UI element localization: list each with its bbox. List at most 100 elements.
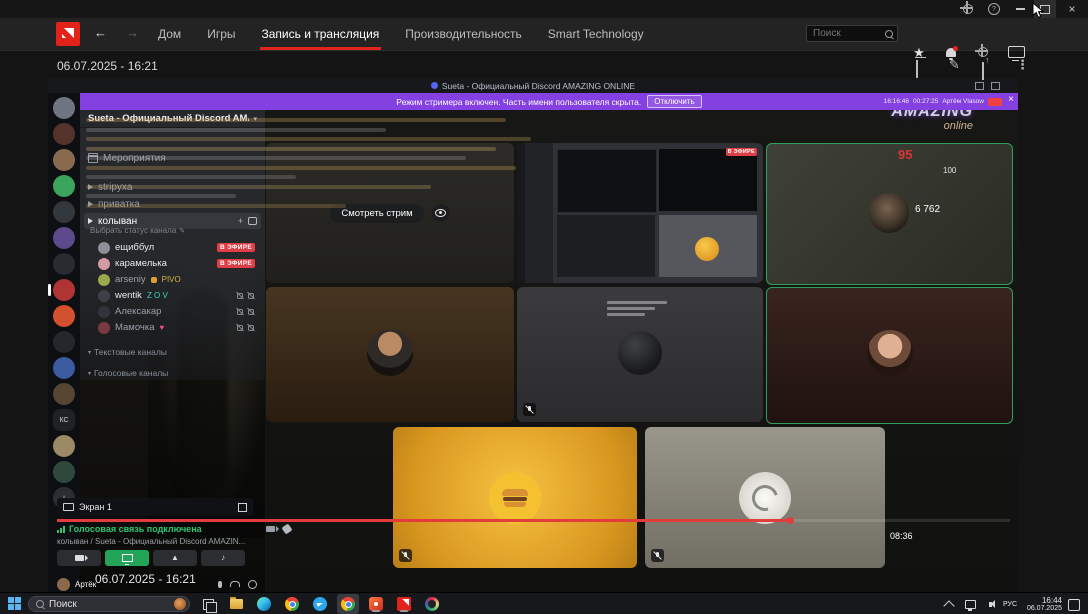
search-input[interactable] <box>811 27 882 40</box>
server-icon[interactable] <box>53 175 75 197</box>
minimize-button[interactable] <box>1010 0 1030 18</box>
tray-clock[interactable]: 16:44 06.07.2025 <box>1027 596 1062 613</box>
media-timestamp: 06.07.2025 - 16:21 <box>57 59 158 73</box>
invite-icon[interactable]: + <box>238 216 243 226</box>
live-badge: В ЭФИРЕ <box>217 243 255 252</box>
inbox-icon[interactable] <box>991 82 1000 90</box>
camera-icon[interactable] <box>266 526 275 532</box>
nav-forward-button[interactable]: → <box>126 25 139 41</box>
titlebar-gear-icon[interactable] <box>960 0 976 18</box>
mic-icon[interactable] <box>218 581 222 588</box>
taskbar-search[interactable]: Поиск <box>28 596 190 612</box>
titlebar-help-icon[interactable]: ? <box>986 0 1002 18</box>
voice-member[interactable]: ещиббул В ЭФИРЕ <box>98 240 261 255</box>
section-voice-channels[interactable]: ▾ Голосовые каналы <box>88 368 168 378</box>
orange-app-button[interactable] <box>368 596 384 612</box>
nav-back-button[interactable]: ← <box>94 25 107 41</box>
close-button[interactable]: × <box>1062 0 1082 18</box>
server-icon[interactable] <box>53 461 75 483</box>
disconnect-icon[interactable] <box>281 523 292 534</box>
pip-icon[interactable] <box>975 82 984 90</box>
tray-overflow-button[interactable] <box>941 596 957 612</box>
display-button[interactable] <box>1006 40 1026 64</box>
chrome-button[interactable] <box>284 596 300 612</box>
playback-progress-track[interactable] <box>57 519 1010 522</box>
media-preview[interactable]: Sueta - Официальный Discord AMAZING ONLI… <box>48 78 1018 592</box>
section-text-channels[interactable]: ▾ Текстовые каналы <box>88 347 167 357</box>
task-view-button[interactable] <box>200 596 216 612</box>
watch-stream-button[interactable]: Смотреть стрим <box>330 204 423 223</box>
favorites-button[interactable]: ★ <box>910 40 928 64</box>
server-icon[interactable] <box>53 123 75 145</box>
voice-member[interactable]: arseniy PIVO <box>98 272 261 287</box>
stream-tile-8[interactable] <box>645 427 885 568</box>
server-icon[interactable] <box>53 305 75 327</box>
server-header[interactable]: Sueta - Официальный Discord AMAZING ... … <box>80 110 265 128</box>
soundboard-button[interactable]: ♪ <box>201 550 245 566</box>
tab-performance[interactable]: Производительность <box>405 27 521 41</box>
stream-tile-2[interactable]: В ЭФИРЕ <box>517 143 763 283</box>
settings-gear-icon[interactable] <box>248 580 257 589</box>
server-icon[interactable] <box>53 357 75 379</box>
voice-member[interactable]: Мамочка ♥ <box>98 320 261 335</box>
tray-language-button[interactable]: РУС <box>1002 596 1018 612</box>
overlay-duration: 00:27:25 <box>913 98 938 105</box>
edge-button[interactable] <box>256 596 272 612</box>
channel-status-hint[interactable]: Выбрать статус канала ✎ <box>90 226 185 235</box>
headphones-icon[interactable] <box>230 581 240 587</box>
channel-stripyxa[interactable]: stripyxa <box>84 179 261 195</box>
banner-disable-button[interactable]: Отключить <box>647 95 701 108</box>
notifications-button[interactable] <box>942 40 960 64</box>
tab-games[interactable]: Игры <box>207 27 235 41</box>
screen-share-card[interactable]: Экран 1 <box>57 498 253 516</box>
stream-tile-4[interactable] <box>266 287 514 422</box>
stream-tile-6[interactable] <box>766 287 1013 424</box>
amd-software-button[interactable] <box>396 596 412 612</box>
telegram-button[interactable] <box>312 596 328 612</box>
server-icon[interactable] <box>53 201 75 223</box>
nav-search-box[interactable] <box>806 25 898 42</box>
server-icon[interactable] <box>53 331 75 353</box>
stream-tile-1[interactable]: Смотреть стрим <box>266 143 514 283</box>
share-icon <box>982 62 984 80</box>
tray-volume-button[interactable] <box>982 596 998 612</box>
start-button[interactable] <box>8 597 21 610</box>
channel-events[interactable]: Мероприятия <box>84 150 261 166</box>
tray-network-button[interactable] <box>962 596 978 612</box>
camera-button[interactable] <box>57 550 101 566</box>
settings-button[interactable] <box>974 40 992 64</box>
voice-member[interactable]: wentik Z O V <box>98 288 261 303</box>
server-icon[interactable] <box>53 227 75 249</box>
voice-member[interactable]: карамелька В ЭФИРЕ <box>98 256 261 271</box>
voice-member[interactable]: Алексакар <box>98 304 261 319</box>
tab-smart-technology[interactable]: Smart Technology <box>548 27 644 41</box>
server-icon[interactable] <box>53 149 75 171</box>
member-tag: PIVO <box>162 275 181 284</box>
tray-date: 06.07.2025 <box>1027 605 1062 613</box>
server-icon[interactable] <box>53 435 75 457</box>
banner-close-icon[interactable]: × <box>1008 95 1014 105</box>
server-icon[interactable] <box>53 97 75 119</box>
server-icon[interactable] <box>53 383 75 405</box>
tab-record-stream[interactable]: Запись и трансляция <box>262 27 380 41</box>
stream-tile-3[interactable]: 95 100 6 762 <box>766 143 1013 285</box>
playback-knob[interactable] <box>787 517 794 524</box>
tab-home[interactable]: Дом <box>158 27 181 41</box>
chat-bubble-icon[interactable] <box>248 217 257 225</box>
server-icon[interactable] <box>53 253 75 275</box>
preview-stream-button[interactable] <box>432 204 450 222</box>
game-app-button[interactable] <box>424 596 440 612</box>
stream-tile-5[interactable] <box>517 287 763 422</box>
screenshare-button[interactable] <box>105 550 149 566</box>
notification-center-button[interactable] <box>1068 599 1080 611</box>
server-icon[interactable]: КС <box>53 409 75 431</box>
active-app-button[interactable] <box>337 594 359 614</box>
file-explorer-button[interactable] <box>228 596 244 612</box>
share-media-button[interactable] <box>982 62 984 80</box>
channel-privatka[interactable]: приватка <box>84 196 261 212</box>
server-icon[interactable] <box>53 279 75 301</box>
expand-icon[interactable] <box>238 503 247 512</box>
stream-tile-7[interactable] <box>393 427 637 568</box>
activity-button[interactable]: ▲ <box>153 550 197 566</box>
amd-logo[interactable] <box>56 22 80 46</box>
